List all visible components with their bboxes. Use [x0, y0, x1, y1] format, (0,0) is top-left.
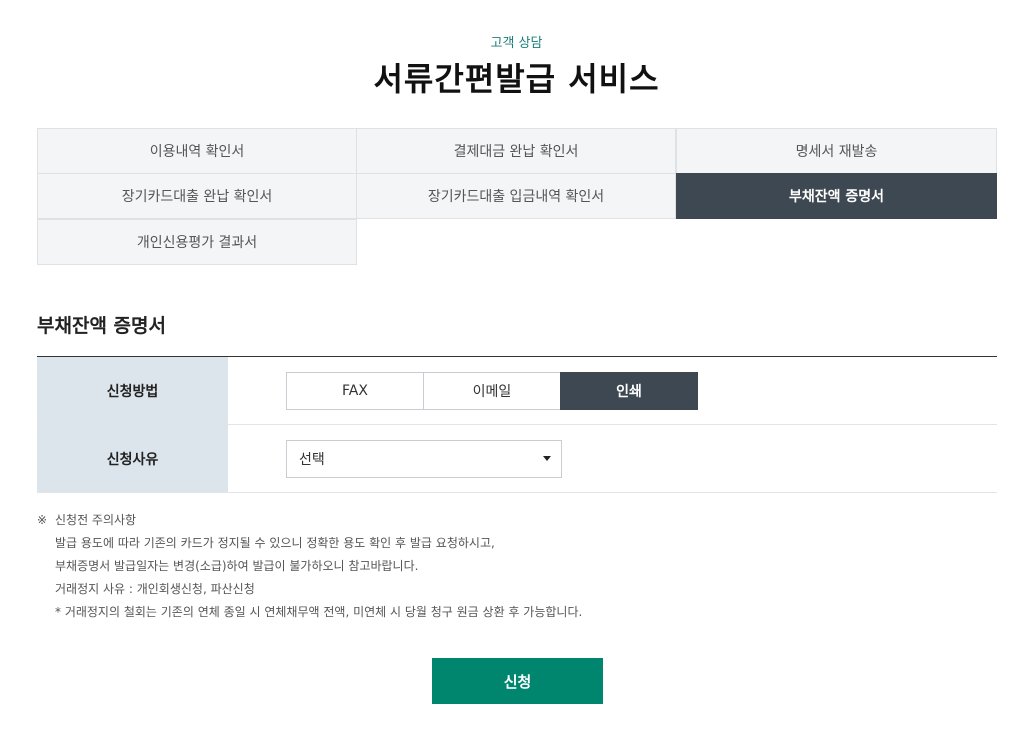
notice-heading: ※ 신청전 주의사항 — [37, 509, 997, 532]
chevron-down-icon — [543, 456, 551, 461]
method-fax-button[interactable]: FAX — [286, 371, 424, 410]
page-eyebrow: 고객 상담 — [490, 36, 543, 51]
method-label: 신청방법 — [37, 357, 228, 424]
reason-row: 신청사유 선택 — [37, 425, 997, 493]
method-selector: FAX 이메일 인쇄 — [286, 371, 698, 410]
notice-line: * 거래정지의 철회는 기존의 연체 종일 시 연체채무액 전액, 미연체 시 … — [55, 605, 583, 619]
method-print-button[interactable]: 인쇄 — [560, 371, 698, 410]
tab-long-term-loan-deposit[interactable]: 장기카드대출 입금내역 확인서 — [356, 173, 676, 219]
application-form: 신청방법 FAX 이메일 인쇄 신청사유 선택 — [37, 356, 997, 493]
reason-select[interactable]: 선택 — [286, 439, 562, 478]
notice-line: 거래정지 사유 : 개인회생신청, 파산신청 — [55, 582, 255, 596]
reason-field: 선택 — [228, 425, 997, 492]
tab-payment-complete[interactable]: 결제대금 완납 확인서 — [356, 128, 676, 174]
tab-statement-resend[interactable]: 명세서 재발송 — [676, 128, 997, 174]
tab-usage-history[interactable]: 이용내역 확인서 — [37, 128, 357, 174]
section-title: 부채잔액 증명서 — [37, 315, 166, 337]
reason-label: 신청사유 — [37, 425, 228, 492]
notice-title: 신청전 주의사항 — [55, 513, 137, 527]
tab-debt-balance[interactable]: 부채잔액 증명서 — [676, 173, 997, 219]
notice-line: 발급 용도에 따라 기존의 카드가 정지될 수 있으니 정확한 용도 확인 후 … — [55, 536, 495, 550]
tab-long-term-loan-complete[interactable]: 장기카드대출 완납 확인서 — [37, 173, 357, 219]
tab-credit-evaluation[interactable]: 개인신용평가 결과서 — [37, 219, 357, 265]
page-title: 서류간편발급 서비스 — [373, 60, 660, 98]
method-row: 신청방법 FAX 이메일 인쇄 — [37, 357, 997, 425]
submit-button[interactable]: 신청 — [432, 658, 603, 704]
notice-mark-icon: ※ — [37, 513, 48, 527]
reason-select-value: 선택 — [299, 451, 325, 468]
notice: ※ 신청전 주의사항 발급 용도에 따라 기존의 카드가 정지될 수 있으니 정… — [37, 509, 997, 624]
document-tabs: 이용내역 확인서 결제대금 완납 확인서 명세서 재발송 장기카드대출 완납 확… — [37, 128, 997, 266]
method-email-button[interactable]: 이메일 — [423, 371, 561, 410]
method-field: FAX 이메일 인쇄 — [228, 357, 997, 424]
notice-line: 부채증명서 발급일자는 변경(소급)하여 발급이 불가하오니 참고바랍니다. — [55, 559, 419, 573]
